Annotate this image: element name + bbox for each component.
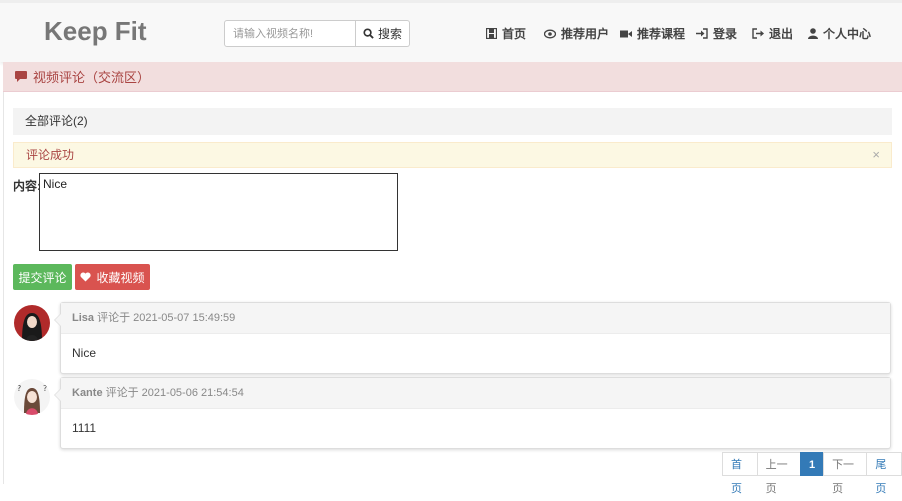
nav-recommend-courses[interactable]: 推荐课程: [620, 25, 685, 42]
pagination-prev[interactable]: 上一页: [756, 452, 801, 495]
top-navbar: Keep Fit 搜索 首页 推荐用户 推荐课程 登录 退出 个人中心: [0, 0, 902, 62]
svg-text:?: ?: [43, 384, 47, 393]
nav-profile[interactable]: 个人中心: [808, 25, 871, 42]
nav-logout-label: 退出: [769, 27, 794, 41]
favorite-video-button[interactable]: 收藏视频: [75, 264, 150, 290]
comment-card: Lisa 评论于 2021-05-07 15:49:59 Nice: [54, 302, 891, 374]
user-icon: [808, 28, 818, 39]
comment-meta: 评论于 2021-05-06 21:54:54: [105, 387, 244, 399]
avatar: [14, 305, 50, 341]
search-icon: [363, 28, 374, 39]
comment-username[interactable]: Lisa: [72, 312, 94, 324]
heart-icon: [80, 272, 92, 282]
search-button-label: 搜索: [377, 27, 402, 41]
film-icon: [486, 28, 497, 39]
pagination-next[interactable]: 下一页: [823, 452, 868, 495]
content-label: 内容:: [13, 179, 41, 193]
alert-close-button[interactable]: ×: [872, 143, 880, 167]
comment-card: Kante 评论于 2021-05-06 21:54:54 1111: [54, 377, 891, 449]
user-avatar-icon: ? ?: [14, 379, 50, 415]
nav-recommend-courses-label: 推荐课程: [637, 27, 686, 41]
nav-home-label: 首页: [502, 27, 527, 41]
search-form: 搜索: [224, 20, 410, 47]
video-camera-icon: [620, 30, 632, 37]
search-input[interactable]: [224, 20, 356, 47]
nav-login-label: 登录: [713, 27, 738, 41]
nav-logout[interactable]: 退出: [752, 25, 793, 42]
panel-title: 视频评论（交流区）: [33, 70, 151, 85]
brand-logo[interactable]: Keep Fit: [44, 16, 147, 47]
panel-left-border: [3, 92, 4, 484]
favorite-video-label: 收藏视频: [96, 270, 145, 285]
comment-header: Lisa 评论于 2021-05-07 15:49:59: [61, 303, 890, 334]
search-button[interactable]: 搜索: [356, 20, 410, 47]
log-out-icon: [752, 28, 764, 39]
svg-text:?: ?: [17, 384, 21, 393]
eye-icon: [544, 29, 556, 38]
user-avatar-icon: [14, 305, 50, 341]
pagination-current[interactable]: 1: [799, 452, 825, 476]
comment-username[interactable]: Kante: [72, 387, 103, 399]
comments-panel-heading: 视频评论（交流区）: [3, 62, 902, 92]
nav-login[interactable]: 登录: [696, 25, 737, 42]
comment-header: Kante 评论于 2021-05-06 21:54:54: [61, 378, 890, 409]
submit-comment-label: 提交评论: [18, 270, 67, 285]
comment-text: 1111: [72, 421, 97, 435]
comment-icon: [15, 71, 27, 82]
comment-meta: 评论于 2021-05-07 15:49:59: [97, 312, 236, 324]
alert-message: 评论成功: [26, 148, 75, 162]
nav-recommend-users[interactable]: 推荐用户: [544, 25, 609, 42]
pagination: 首页 上一页 1 下一页 尾页: [722, 452, 902, 495]
nav-profile-label: 个人中心: [823, 27, 872, 41]
log-in-icon: [696, 28, 708, 39]
comments-count-header: 全部评论(2): [13, 108, 892, 135]
submit-comment-button[interactable]: 提交评论: [13, 264, 72, 290]
pagination-last[interactable]: 尾页: [866, 452, 902, 495]
nav-home[interactable]: 首页: [486, 25, 526, 42]
comment-content-textarea[interactable]: Nice: [39, 173, 398, 251]
avatar: ? ?: [14, 379, 50, 415]
success-alert: 评论成功 ×: [13, 142, 892, 168]
comment-text: Nice: [72, 346, 97, 360]
nav-recommend-users-label: 推荐用户: [561, 27, 610, 41]
pagination-first[interactable]: 首页: [722, 452, 758, 495]
